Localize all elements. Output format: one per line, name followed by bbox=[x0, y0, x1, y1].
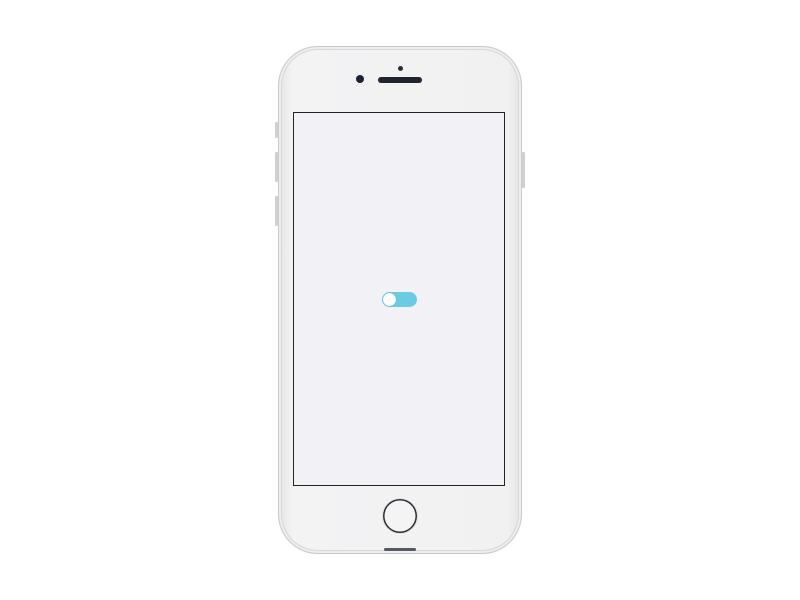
earpiece-speaker-icon bbox=[378, 77, 422, 83]
toggle-knob[interactable] bbox=[383, 293, 396, 306]
power-button[interactable] bbox=[522, 152, 525, 188]
front-camera-icon bbox=[356, 75, 364, 83]
proximity-sensor bbox=[398, 66, 403, 71]
home-button-icon[interactable] bbox=[383, 499, 417, 533]
stage bbox=[0, 0, 800, 600]
lightning-port bbox=[384, 548, 416, 551]
toggle-switch[interactable] bbox=[382, 292, 417, 307]
